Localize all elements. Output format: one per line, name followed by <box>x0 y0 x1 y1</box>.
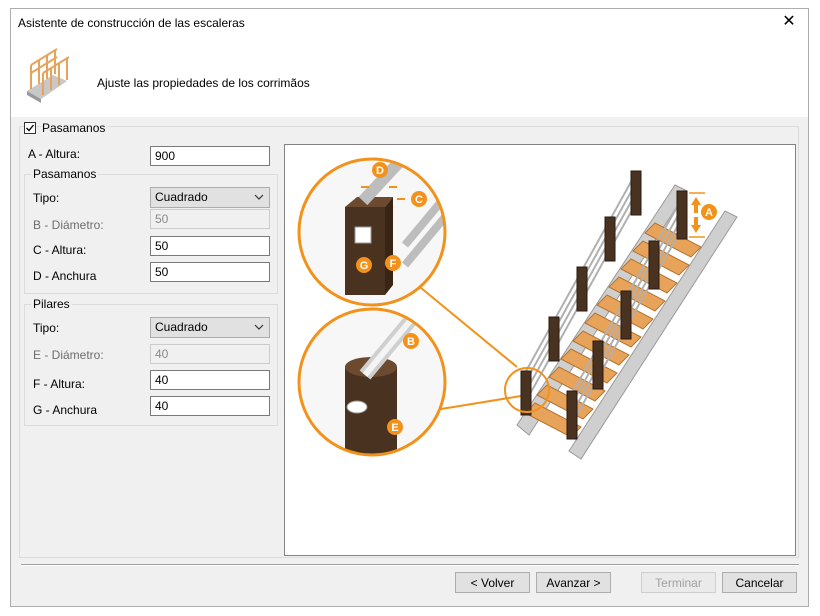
header-instruction: Ajuste las propiedades de los corrimãos <box>97 76 310 90</box>
stair-preview: A D C G F B E <box>284 144 796 556</box>
handrail-width-input[interactable] <box>150 262 270 282</box>
callout-b-label: B <box>407 336 415 348</box>
back-button[interactable]: < Volver <box>455 572 530 593</box>
handrail-type-value: Cuadrado <box>155 190 208 204</box>
posts-height-input[interactable] <box>150 370 270 390</box>
window-title: Asistente de construcción de las escaler… <box>18 16 245 30</box>
post-detail-magnifier: B E <box>297 307 447 457</box>
callout-c-label: C <box>415 194 423 206</box>
callout-a-label: A <box>705 207 713 219</box>
footer-separator <box>21 564 799 566</box>
callout-f-label: F <box>390 258 397 270</box>
handrails-checkbox[interactable] <box>24 122 36 134</box>
callout-e-label: E <box>391 422 398 434</box>
handrail-height-label: C - Altura: <box>33 243 87 257</box>
stair-railing-icon <box>27 48 70 103</box>
handrail-subgroup-title: Pasamanos <box>31 167 99 181</box>
posts-type-select[interactable]: Cuadrado <box>150 317 270 338</box>
handrail-detail-magnifier: D C G F <box>297 157 447 307</box>
next-button[interactable]: Avanzar > <box>536 572 611 593</box>
title-bar: Asistente de construcción de las escaler… <box>11 9 808 37</box>
posts-height-label: F - Altura: <box>33 377 86 391</box>
posts-diameter-label: E - Diámetro: <box>33 348 104 362</box>
checkmark-icon <box>26 124 35 132</box>
posts-diameter-input <box>150 344 270 364</box>
staircase-illustration: A D C G F B E <box>297 157 738 460</box>
handrail-height-input[interactable] <box>150 236 270 256</box>
callout-g-label: G <box>360 260 369 272</box>
height-label: A - Altura: <box>28 147 81 161</box>
wizard-window: Asistente de construcción de las escaler… <box>10 8 809 607</box>
handrail-diameter-input <box>150 209 270 229</box>
handrail-width-label: D - Anchura <box>33 269 97 283</box>
posts-width-input[interactable] <box>150 396 270 416</box>
callout-d-label: D <box>376 165 384 177</box>
posts-type-label: Tipo: <box>33 321 60 335</box>
handrail-type-select[interactable]: Cuadrado <box>150 187 270 208</box>
wizard-header: Ajuste las propiedades de los corrimãos <box>11 37 808 117</box>
posts-subgroup-title: Pilares <box>31 297 72 311</box>
cancel-button[interactable]: Cancelar <box>722 572 797 593</box>
handrail-type-label: Tipo: <box>33 191 60 205</box>
close-icon[interactable]: ✕ <box>778 11 800 33</box>
chevron-down-icon <box>254 194 264 200</box>
handrail-diameter-label: B - Diámetro: <box>33 218 104 232</box>
height-input[interactable] <box>150 146 270 166</box>
finish-button: Terminar <box>641 572 716 593</box>
posts-width-label: G - Anchura <box>33 403 98 417</box>
chevron-down-icon <box>254 324 264 330</box>
posts-type-value: Cuadrado <box>155 320 208 334</box>
handrails-checkbox-label: Pasamanos <box>42 121 109 135</box>
